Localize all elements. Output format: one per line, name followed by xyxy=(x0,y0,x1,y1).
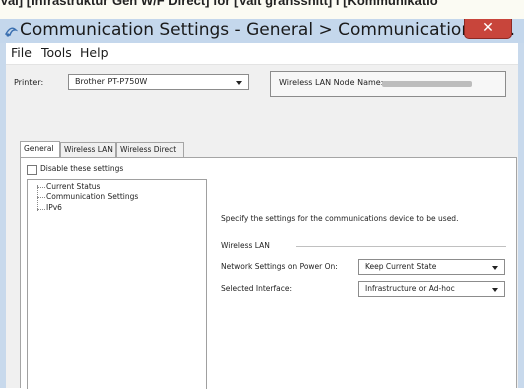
title-bar[interactable]: Communication Settings - General > Commu… xyxy=(0,19,524,43)
tab-wireless-lan[interactable]: Wireless LAN xyxy=(60,142,116,157)
tree-connector xyxy=(37,187,45,188)
wireless-lan-section-title: Wireless LAN xyxy=(221,241,270,250)
tree-item-communication-settings[interactable]: Communication Settings xyxy=(46,192,138,201)
tab-wireless-direct[interactable]: Wireless Direct xyxy=(116,142,184,157)
tab-general[interactable]: General xyxy=(20,141,60,158)
network-settings-label: Network Settings on Power On: xyxy=(221,262,338,271)
settings-tree: Current Status Communication Settings IP… xyxy=(27,179,207,389)
tree-item-ipv6[interactable]: IPv6 xyxy=(46,203,62,212)
section-divider xyxy=(296,246,506,247)
window-title: Communication Settings - General > Commu… xyxy=(20,20,515,40)
chevron-down-icon xyxy=(492,288,498,292)
printer-select[interactable]: Brother PT-P750W xyxy=(68,74,249,90)
network-settings-value: Keep Current State xyxy=(365,262,437,271)
chevron-down-icon xyxy=(236,81,242,85)
general-tab-panel: Disable these settings Current Status Co… xyxy=(20,157,517,389)
node-name-redacted xyxy=(382,81,472,87)
menu-file[interactable]: File xyxy=(11,45,32,60)
selected-interface-select[interactable]: Infrastructure or Ad-hoc xyxy=(358,281,505,297)
menu-tools[interactable]: Tools xyxy=(41,45,72,60)
tree-connector xyxy=(37,209,45,210)
disable-settings-checkbox[interactable] xyxy=(27,165,37,175)
background-page-text-strip: Vai] [Infrastruktur Gen W/F Direct] for … xyxy=(0,0,524,19)
disable-settings-label: Disable these settings xyxy=(40,164,124,173)
menu-help[interactable]: Help xyxy=(80,45,109,60)
chevron-down-icon xyxy=(492,266,498,270)
communication-settings-icon xyxy=(4,27,18,37)
close-button[interactable]: ✕ xyxy=(464,19,512,39)
network-settings-select[interactable]: Keep Current State xyxy=(358,259,505,275)
selected-interface-label: Selected Interface: xyxy=(221,284,293,293)
printer-select-value: Brother PT-P750W xyxy=(75,77,148,86)
selected-interface-value: Infrastructure or Ad-hoc xyxy=(365,284,455,293)
node-name-label: Wireless LAN Node Name: xyxy=(279,78,384,87)
communication-settings-window: Communication Settings - General > Commu… xyxy=(0,19,524,389)
printer-label: Printer: xyxy=(14,78,44,87)
dialog-client-area: File Tools Help Printer: Brother PT-P750… xyxy=(6,43,518,389)
menu-bar: File Tools Help xyxy=(6,43,518,65)
tree-item-current-status[interactable]: Current Status xyxy=(46,182,100,191)
background-page-text: Vai] [Infrastruktur Gen W/F Direct] for … xyxy=(0,0,438,8)
settings-description: Specify the settings for the communicati… xyxy=(221,214,459,223)
tree-connector xyxy=(37,197,45,198)
node-name-box: Wireless LAN Node Name: xyxy=(270,71,506,97)
